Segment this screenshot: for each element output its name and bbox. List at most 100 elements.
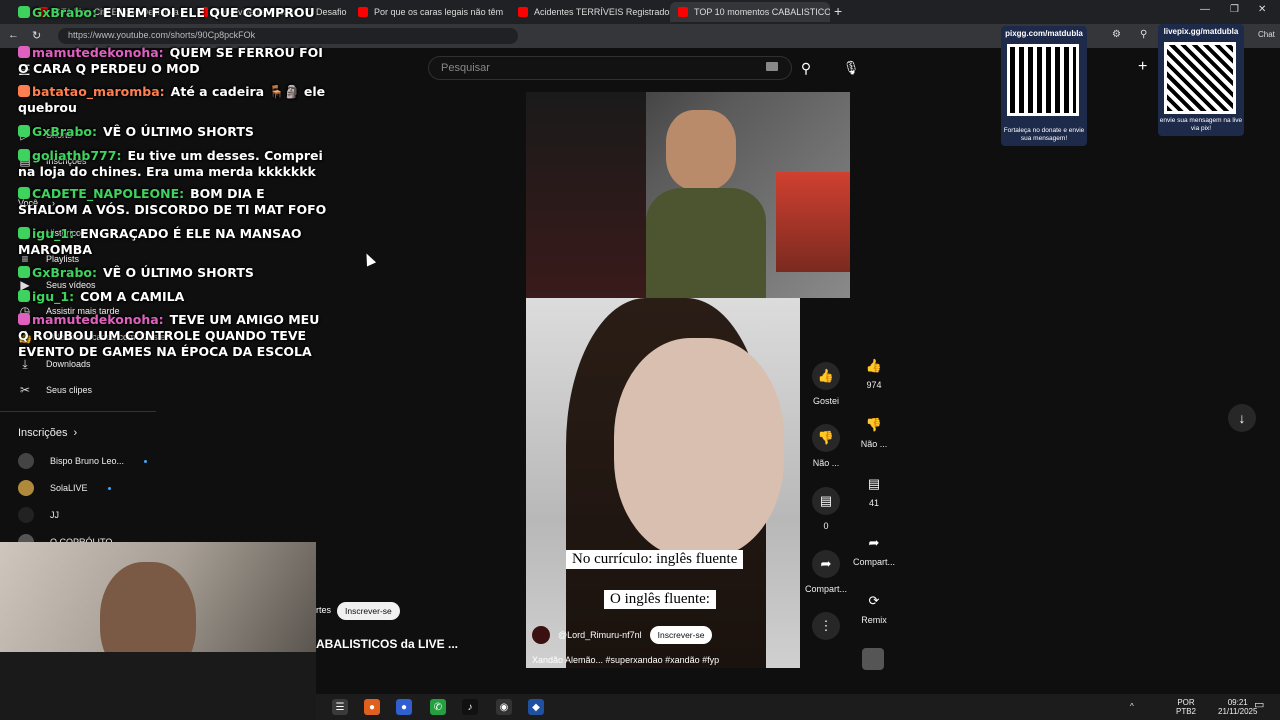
tab-title: TOP 10 momentos CABALISTICOS	[694, 7, 830, 17]
tray-chevron-icon[interactable]: ^	[1130, 702, 1134, 711]
sidebar-item-subscriptions[interactable]: ▤ Inscrições	[18, 154, 86, 168]
thumbs-up-icon: 👍	[812, 362, 840, 390]
browser-tab[interactable]: Sobrevivente Urbano - O Desafio✕	[190, 2, 350, 22]
sidebar-item-label: Playlists	[46, 254, 80, 264]
subscription-item[interactable]: Bispo Bruno Leo...	[18, 453, 148, 469]
prev-share-button[interactable]: ➦ Compart...	[852, 533, 896, 567]
whatsapp-icon[interactable]: ✆	[430, 699, 446, 715]
like-button[interactable]: 👍 Gostei	[804, 362, 848, 406]
qr-code-icon	[1007, 44, 1079, 116]
livepix-subtitle: envie sua mensagem na live via pix!	[1159, 117, 1243, 132]
sidebar-item-playlists[interactable]: ≡ Playlists	[18, 252, 79, 266]
channel-name[interactable]: @Lord_Rimuru-nf7nl	[558, 630, 642, 640]
close-window-icon[interactable]: ✕	[1258, 4, 1266, 15]
youtube-favicon-icon	[198, 7, 208, 17]
subscription-label: Bispo Bruno Leo...	[50, 456, 125, 466]
minimize-icon[interactable]: —	[1200, 4, 1210, 15]
subscription-item[interactable]: SolaLIVE	[18, 480, 111, 496]
subscriptions-heading-label: Inscrições	[18, 427, 68, 439]
streamer-video-frame[interactable]	[526, 92, 850, 298]
face	[614, 338, 784, 558]
background-video-title[interactable]: ABALISTICOS da LIVE ...	[316, 637, 458, 651]
back-icon[interactable]: ←	[8, 29, 19, 41]
notifications-icon[interactable]: ▭	[1254, 700, 1264, 711]
remix-label: Remix	[861, 615, 887, 625]
dislike-button[interactable]: 👎 Não ...	[804, 424, 848, 468]
maximize-icon[interactable]: ❐	[1230, 4, 1239, 15]
extension-icon[interactable]: ⚙	[1112, 29, 1121, 40]
share-button[interactable]: ➦ Compart...	[804, 550, 848, 594]
share-label: Compart...	[804, 584, 847, 594]
likes-count: 974	[866, 380, 882, 390]
language-indicator[interactable]: POR PTB2	[1176, 698, 1196, 716]
like-label: Gostei	[812, 396, 839, 406]
prev-like-button[interactable]: 👍 974	[852, 356, 896, 390]
taskbar-app-icon[interactable]: ☰	[332, 699, 348, 715]
short-video-frame[interactable]: No currículo: inglês fluente O inglês fl…	[526, 298, 800, 668]
sidebar-item-you[interactable]: Você ›	[18, 198, 55, 208]
webcam-body	[0, 652, 316, 720]
playlists-icon: ≡	[21, 252, 29, 266]
create-icon[interactable]: +	[1138, 58, 1147, 76]
search-input[interactable]: Pesquisar	[428, 56, 792, 80]
channel-avatar[interactable]	[532, 626, 550, 644]
sidebar-item-your-videos[interactable]: ▶ Seus vídeos	[18, 278, 96, 292]
url-field[interactable]: https://www.youtube.com/shorts/90Cp8pckF…	[58, 28, 518, 44]
sidebar-item-label: Seus vídeos	[46, 280, 96, 290]
browser-tab[interactable]: Por que os caras legais não têm✕	[350, 2, 510, 22]
shorts-label-fragment: rtes	[316, 605, 332, 615]
search-button[interactable]: ⚲	[792, 56, 820, 80]
browser-tab[interactable]: GTA Vice City Edição Definitiva✕	[30, 2, 190, 22]
subscription-item[interactable]: JJ	[18, 507, 59, 523]
keyboard-icon[interactable]	[766, 62, 778, 71]
obs-icon[interactable]: ◉	[496, 699, 512, 715]
chat-label[interactable]: Chat	[1258, 30, 1275, 39]
date-label: 21/11/2025	[1218, 707, 1258, 716]
tiktok-icon[interactable]: ♪	[462, 699, 478, 715]
short-description[interactable]: Xandão Alemão... #superxandao #xandão #f…	[532, 655, 719, 665]
watch-later-icon: ◷	[19, 304, 31, 318]
sidebar-item-liked[interactable]: 👍 Vídeos marcados com "Gostei"	[18, 330, 171, 344]
taskbar-app-icon[interactable]: ●	[396, 699, 412, 715]
link-icon[interactable]: ⚲	[1140, 29, 1147, 40]
sidebar-item-downloads[interactable]: ⤓ Downloads	[18, 357, 91, 371]
browser-taskbar-icon[interactable]: ◆	[528, 699, 544, 715]
taskbar-app-icon[interactable]: ●	[364, 699, 380, 715]
browser-tab-active[interactable]: TOP 10 momentos CABALISTICOS✕	[670, 2, 830, 22]
sidebar-item-watch-later[interactable]: ◷ Assistir mais tarde	[18, 304, 120, 318]
browser-tab[interactable]: Acidentes TERRÍVEIS Registrados✕	[510, 2, 670, 22]
subscribe-button[interactable]: Inscrever-se	[649, 626, 713, 644]
prev-comments-button[interactable]: ▤ 41	[852, 474, 896, 508]
prev-dislike-button[interactable]: 👎 Não ...	[852, 415, 896, 449]
more-button[interactable]: ⋮	[804, 612, 848, 646]
next-short-button[interactable]: ↓	[1228, 404, 1256, 432]
new-tab-icon[interactable]: +	[834, 3, 842, 19]
sidebar-item-clips[interactable]: ✂ Seus clipes	[18, 383, 92, 397]
sidebar-item-history[interactable]: ↺ Histórico	[18, 226, 81, 240]
sidebar-item-shorts[interactable]: ▷ Shorts	[18, 128, 72, 142]
livepix-title: livepix.gg/matdubla	[1163, 27, 1239, 36]
livepix-qr-panel: livepix.gg/matdubla envie sua mensagem n…	[1158, 24, 1244, 136]
youtube-favicon-icon	[518, 7, 528, 17]
subscriptions-heading[interactable]: Inscrições ›	[18, 427, 77, 439]
share-label: Compart...	[852, 557, 895, 567]
share-icon: ➦	[812, 550, 840, 578]
clock[interactable]: 09:21 21/11/2025	[1218, 698, 1257, 716]
remix-button[interactable]: ⟳ Remix	[852, 591, 896, 625]
tab-title: Sobrevivente Urbano - O Desafio	[214, 7, 347, 17]
caption-2: O inglês fluente:	[604, 590, 716, 609]
sidebar-item-label: Downloads	[46, 359, 91, 369]
comment-icon: ▤	[867, 476, 881, 491]
dislike-label: Não ...	[812, 458, 840, 468]
comments-button[interactable]: ▤ 0	[804, 487, 848, 531]
browser-tab-bar: GTA Vice City Edição Definitiva✕ Sobrevi…	[0, 0, 1280, 24]
sound-thumbnail[interactable]	[862, 648, 884, 670]
tab-title: Acidentes TERRÍVEIS Registrados	[534, 7, 670, 17]
avatar	[18, 480, 34, 496]
sidebar-item-label: Seus clipes	[46, 385, 93, 395]
share-icon: ➦	[868, 535, 880, 550]
background-subscribe-button[interactable]: Inscrever-se	[337, 602, 400, 620]
voice-search-button[interactable]: 🎙	[838, 56, 864, 80]
reload-icon[interactable]: ↻	[32, 29, 41, 42]
hamburger-menu-icon[interactable]: ☰	[18, 62, 31, 79]
